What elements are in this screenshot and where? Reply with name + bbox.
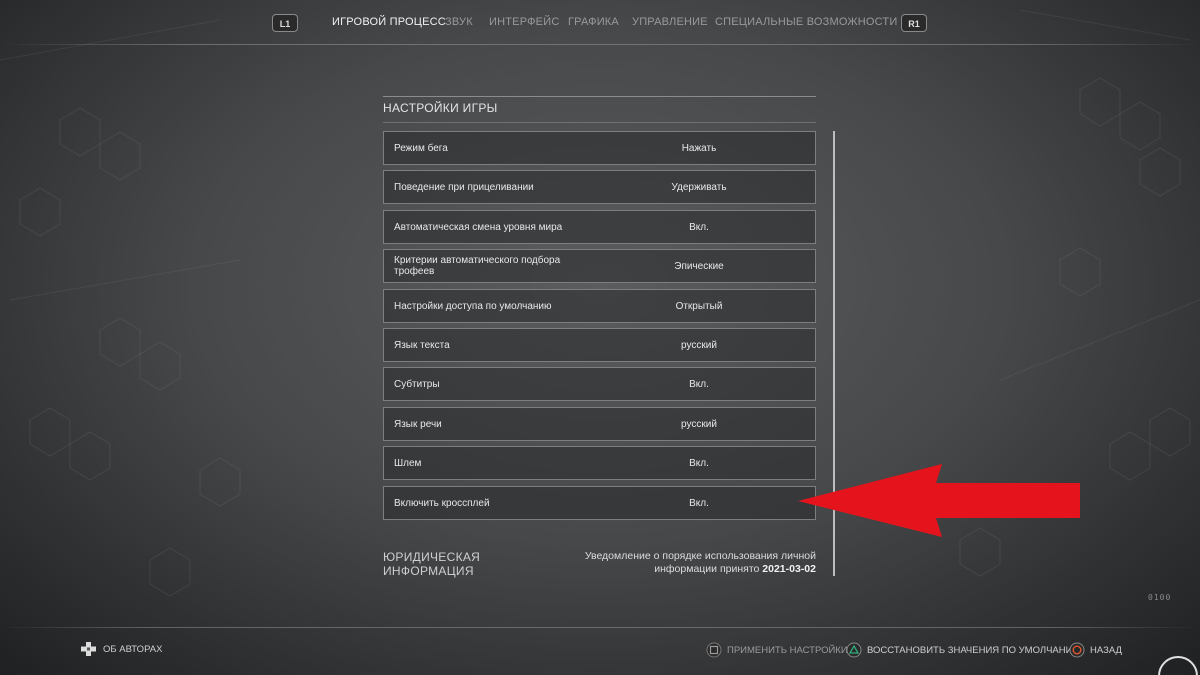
setting-value: Открытый bbox=[675, 300, 723, 312]
privacy-notice-date: 2021-03-02 bbox=[762, 563, 816, 575]
setting-row-crossplay[interactable]: Включить кроссплей Вкл. bbox=[383, 486, 816, 520]
setting-label: Поведение при прицеливании bbox=[394, 181, 534, 193]
setting-value: Вкл. bbox=[689, 457, 709, 469]
setting-label: Критерии автоматического подбора трофеев bbox=[394, 255, 561, 277]
setting-value: Вкл. bbox=[689, 497, 709, 509]
dpad-icon bbox=[81, 642, 96, 656]
apply-settings-button[interactable]: ПРИМЕНИТЬ НАСТРОЙКИ bbox=[706, 642, 848, 658]
setting-row-helmet[interactable]: Шлем Вкл. bbox=[383, 446, 816, 480]
tab-accessibility[interactable]: СПЕЦИАЛЬНЫЕ ВОЗМОЖНОСТИ bbox=[715, 16, 897, 28]
setting-row-auto-loot-criteria[interactable]: Критерии автоматического подбора трофеев… bbox=[383, 249, 816, 283]
setting-row-aim-behavior[interactable]: Поведение при прицеливании Удерживать bbox=[383, 170, 816, 204]
r1-button[interactable]: R1 bbox=[901, 14, 927, 32]
credits-label: ОБ АВТОРАХ bbox=[103, 643, 163, 655]
setting-value: Эпические bbox=[674, 260, 724, 272]
square-button-icon bbox=[706, 642, 722, 658]
apply-settings-label: ПРИМЕНИТЬ НАСТРОЙКИ bbox=[727, 644, 848, 656]
red-arrow-annotation bbox=[798, 464, 1080, 537]
l1-button[interactable]: L1 bbox=[272, 14, 298, 32]
circle-button-icon bbox=[1069, 642, 1085, 658]
setting-row-text-language[interactable]: Язык текста русский bbox=[383, 328, 816, 362]
setting-row-sprint-mode[interactable]: Режим бега Нажать bbox=[383, 131, 816, 165]
setting-value: Вкл. bbox=[689, 221, 709, 233]
section-title: НАСТРОЙКИ ИГРЫ bbox=[383, 101, 498, 115]
corner-ring-icon bbox=[1158, 656, 1198, 675]
tab-controls[interactable]: УПРАВЛЕНИЕ bbox=[632, 16, 708, 28]
setting-value: Удерживать bbox=[671, 181, 727, 193]
section-title-divider bbox=[383, 122, 816, 123]
tab-graphics[interactable]: ГРАФИКА bbox=[568, 16, 619, 28]
setting-label: Язык речи bbox=[394, 418, 442, 430]
tab-gameplay[interactable]: ИГРОВОЙ ПРОЦЕСС bbox=[332, 16, 446, 28]
setting-label: Режим бега bbox=[394, 142, 448, 154]
footer-divider bbox=[0, 627, 1200, 628]
setting-label: Автоматическая смена уровня мира bbox=[394, 221, 563, 233]
setting-row-auto-world-level[interactable]: Автоматическая смена уровня мира Вкл. bbox=[383, 210, 816, 244]
back-label: НАЗАД bbox=[1090, 644, 1122, 656]
top-navigation: L1 ИГРОВОЙ ПРОЦЕСС ЗВУК ИНТЕРФЕЙС ГРАФИК… bbox=[0, 0, 1200, 45]
setting-row-subtitles[interactable]: Субтитры Вкл. bbox=[383, 367, 816, 401]
nav-divider bbox=[0, 44, 1200, 45]
build-version: 0100 bbox=[1148, 593, 1172, 602]
setting-label: Включить кроссплей bbox=[394, 497, 490, 509]
back-button[interactable]: НАЗАД bbox=[1069, 642, 1122, 658]
setting-value: русский bbox=[681, 339, 717, 351]
restore-defaults-label: ВОССТАНОВИТЬ ЗНАЧЕНИЯ ПО УМОЛЧАНИЮ bbox=[867, 644, 1083, 656]
setting-label: Субтитры bbox=[394, 378, 440, 390]
restore-defaults-button[interactable]: ВОССТАНОВИТЬ ЗНАЧЕНИЯ ПО УМОЛЧАНИЮ bbox=[846, 642, 1082, 658]
setting-label: Шлем bbox=[394, 457, 422, 469]
tab-sound[interactable]: ЗВУК bbox=[445, 16, 473, 28]
setting-value: русский bbox=[681, 418, 717, 430]
setting-row-voice-language[interactable]: Язык речи русский bbox=[383, 407, 816, 441]
triangle-button-icon bbox=[846, 642, 862, 658]
tab-interface[interactable]: ИНТЕРФЕЙС bbox=[489, 16, 559, 28]
setting-label: Язык текста bbox=[394, 339, 450, 351]
setting-row-default-access[interactable]: Настройки доступа по умолчанию Открытый bbox=[383, 289, 816, 323]
legal-info-title: ЮРИДИЧЕСКАЯ ИНФОРМАЦИЯ bbox=[383, 550, 481, 578]
credits-button[interactable]: ОБ АВТОРАХ bbox=[80, 642, 162, 656]
section-top-divider bbox=[383, 96, 816, 97]
setting-value: Вкл. bbox=[689, 378, 709, 390]
setting-value: Нажать bbox=[681, 142, 717, 154]
privacy-notice[interactable]: Уведомление о порядке использования личн… bbox=[540, 550, 816, 576]
setting-label: Настройки доступа по умолчанию bbox=[394, 300, 552, 312]
